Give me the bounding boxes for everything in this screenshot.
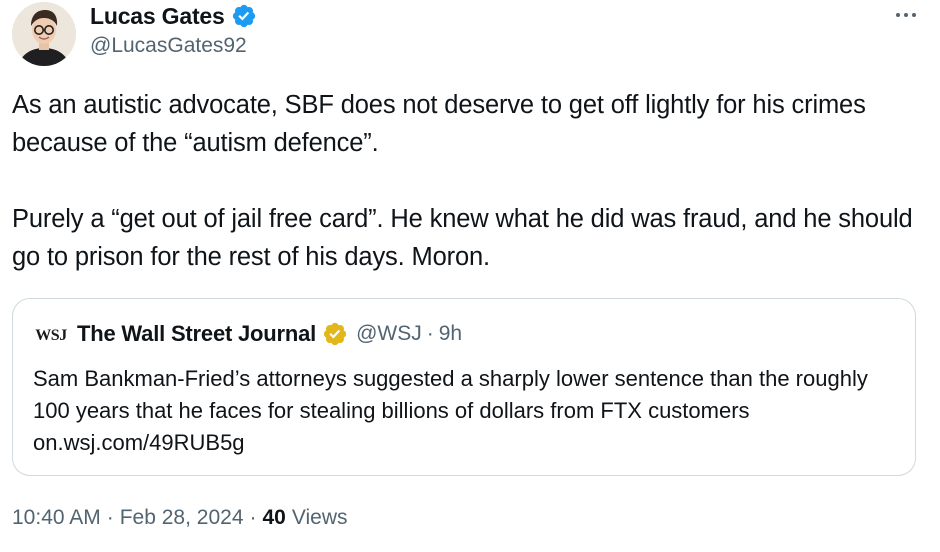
- quoted-separator: ·: [426, 322, 434, 345]
- tweet-card: Lucas Gates @LucasGates92 As an autistic…: [0, 0, 940, 552]
- quoted-link[interactable]: on.wsj.com/49RUB5g: [33, 430, 245, 455]
- views-count[interactable]: 40: [263, 506, 286, 530]
- author-handle[interactable]: @LucasGates92: [90, 34, 247, 58]
- views-label[interactable]: Views: [292, 506, 348, 530]
- meta-separator: ·: [249, 506, 257, 529]
- tweet-date[interactable]: Feb 28, 2024: [120, 506, 244, 530]
- more-options-button[interactable]: [892, 4, 920, 26]
- meta-separator: ·: [106, 506, 114, 529]
- quoted-text-body: Sam Bankman-Fried’s attorneys suggested …: [33, 366, 868, 423]
- verified-badge-icon: [231, 3, 257, 29]
- quoted-tweet-text: Sam Bankman-Fried’s attorneys suggested …: [33, 363, 903, 459]
- author-name-row: Lucas Gates: [90, 2, 257, 30]
- tweet-paragraph: As an autistic advocate, SBF does not de…: [12, 91, 866, 157]
- wsj-logo-icon: WSJ: [35, 326, 67, 344]
- tweet-meta: 10:40 AM · Feb 28, 2024 · 40 Views: [12, 506, 348, 530]
- quoted-tweet-header: WSJ The Wall Street Journal @WSJ · 9h: [33, 319, 462, 349]
- avatar-image-icon: [12, 2, 76, 66]
- author-display-name[interactable]: Lucas Gates: [90, 3, 225, 30]
- author-avatar[interactable]: [12, 2, 76, 66]
- tweet-paragraph: Purely a “get out of jail free card”. He…: [12, 205, 913, 271]
- quoted-author-handle[interactable]: @WSJ: [356, 322, 422, 346]
- quoted-author-name[interactable]: The Wall Street Journal: [77, 321, 316, 347]
- tweet-time[interactable]: 10:40 AM: [12, 506, 101, 530]
- quoted-tweet[interactable]: WSJ The Wall Street Journal @WSJ · 9h Sa…: [12, 298, 916, 476]
- more-horizontal-icon: [896, 13, 916, 17]
- quoted-timestamp[interactable]: 9h: [439, 322, 462, 346]
- tweet-header: Lucas Gates @LucasGates92: [12, 0, 928, 68]
- gold-verified-badge-icon: [322, 321, 348, 347]
- tweet-body: As an autistic advocate, SBF does not de…: [12, 86, 922, 276]
